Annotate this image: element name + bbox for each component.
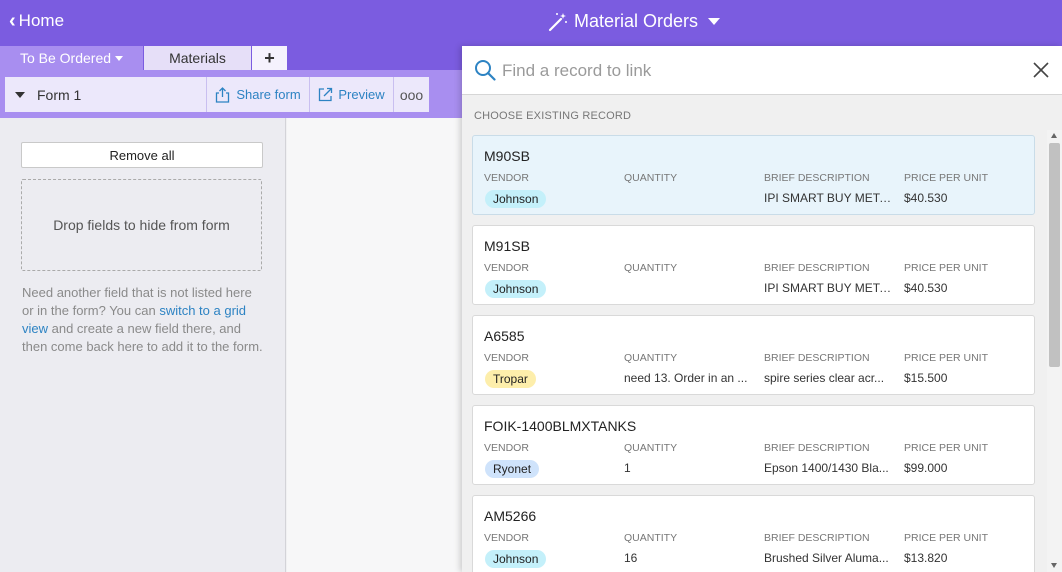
view-bar: Form 1 Share form Preview ooo [0,70,462,118]
scroll-up-icon[interactable] [1051,133,1057,138]
vendor-badge: Johnson [485,190,547,208]
close-icon[interactable] [1032,61,1050,79]
record-name: M90SB [484,148,530,164]
quantity-value: 16 [624,551,638,565]
vendor-label: VENDOR [484,262,529,274]
price-value: $40.530 [904,191,948,205]
description-label: BRIEF DESCRIPTION [764,442,870,454]
quantity-label: QUANTITY [624,532,678,544]
price-label: PRICE PER UNIT [904,262,989,274]
vendor-badge: Tropar [485,370,536,388]
table-tabs: To Be Ordered Materials + [0,46,462,70]
tab-label: Materials [169,50,226,66]
description-value: spire series clear acr... [764,371,885,385]
search-bar [462,46,1062,95]
description-value: IPI SMART BUY META... [764,281,894,295]
price-value: $13.820 [904,551,948,565]
vendor-label: VENDOR [484,352,529,364]
quantity-label: QUANTITY [624,172,678,184]
view-name: Form 1 [37,86,82,103]
form-canvas [287,118,462,572]
tab-label: To Be Ordered [19,50,112,66]
tab-to-be-ordered[interactable]: To Be Ordered [0,46,143,70]
home-link[interactable]: ‹ Home [9,11,64,31]
chevron-left-icon: ‹ [9,10,16,32]
vendor-label: VENDOR [484,172,529,184]
description-label: BRIEF DESCRIPTION [764,352,870,364]
plus-icon: + [264,47,275,68]
record-name: AM5266 [484,508,537,524]
price-value: $99.000 [904,461,948,475]
caret-down-icon [115,55,124,61]
scroll-down-icon[interactable] [1051,563,1057,568]
vendor-badge: Johnson [485,280,547,298]
caret-down-icon [15,91,25,98]
preview-button[interactable]: Preview [310,77,394,112]
tab-materials[interactable]: Materials [144,46,251,70]
price-label: PRICE PER UNIT [904,532,989,544]
add-table-button[interactable]: + [252,46,287,70]
vendor-label: VENDOR [484,532,529,544]
record-picker-dialog: CHOOSE EXISTING RECORD M90SB VENDOR QUAN… [462,46,1062,572]
quantity-label: QUANTITY [624,352,678,364]
search-input[interactable] [502,58,1022,84]
caret-down-icon [708,18,721,25]
share-icon [216,86,230,103]
help-text: Need another field that is not listed he… [22,284,266,356]
share-form-label: Share form [236,87,301,102]
quantity-value: 1 [624,461,631,475]
quantity-value: need 13. Order in an ... [624,371,748,385]
magic-wand-icon [548,12,567,31]
price-label: PRICE PER UNIT [904,442,989,454]
top-bar: ‹ Home Material Orders [0,0,1062,46]
more-options-button[interactable]: ooo [394,77,429,112]
view-switcher[interactable]: Form 1 [5,77,207,112]
home-label: Home [18,11,65,30]
record-card[interactable]: M90SB VENDOR QUANTITY BRIEF DESCRIPTION … [472,135,1035,215]
view-toolbar: Form 1 Share form Preview ooo [5,77,429,112]
vendor-label: VENDOR [484,442,529,454]
price-label: PRICE PER UNIT [904,352,989,364]
price-value: $15.500 [904,371,948,385]
hidden-fields-dropzone[interactable]: Drop fields to hide from form [21,179,262,271]
description-value: Epson 1400/1430 Bla... [764,461,889,475]
quantity-label: QUANTITY [624,262,678,274]
external-link-icon [319,87,333,102]
section-label: CHOOSE EXISTING RECORD [474,110,632,122]
description-label: BRIEF DESCRIPTION [764,262,870,274]
ellipsis-icon: ooo [399,86,424,103]
record-name: FOIK-1400BLMXTANKS [484,418,637,434]
search-icon [475,60,496,81]
vendor-badge: Ryonet [485,460,540,478]
base-title-menu[interactable]: Material Orders [548,11,721,32]
quantity-label: QUANTITY [624,442,678,454]
description-value: IPI SMART BUY META... [764,191,894,205]
record-card[interactable]: A6585 VENDOR QUANTITY BRIEF DESCRIPTION … [472,315,1035,395]
record-name: A6585 [484,328,525,344]
help-text-part: and create a new field there, and then c… [22,321,263,354]
record-list: M90SB VENDOR QUANTITY BRIEF DESCRIPTION … [462,130,1062,572]
scrollbar-thumb[interactable] [1049,143,1060,367]
description-label: BRIEF DESCRIPTION [764,532,870,544]
vendor-badge: Johnson [485,550,547,568]
record-card[interactable]: M91SB VENDOR QUANTITY BRIEF DESCRIPTION … [472,225,1035,305]
record-card[interactable]: FOIK-1400BLMXTANKS VENDOR QUANTITY BRIEF… [472,405,1035,485]
price-label: PRICE PER UNIT [904,172,989,184]
preview-label: Preview [338,87,385,102]
record-card[interactable]: AM5266 VENDOR QUANTITY BRIEF DESCRIPTION… [472,495,1035,572]
share-form-button[interactable]: Share form [207,77,310,112]
hidden-fields-panel: Remove all Drop fields to hide from form… [0,118,286,572]
record-name: M91SB [484,238,530,254]
record-list-scrollbar[interactable] [1047,130,1062,572]
base-title: Material Orders [574,11,699,31]
price-value: $40.530 [904,281,948,295]
description-value: Brushed Silver Aluma... [764,551,889,565]
remove-all-button[interactable]: Remove all [21,142,263,168]
description-label: BRIEF DESCRIPTION [764,172,870,184]
